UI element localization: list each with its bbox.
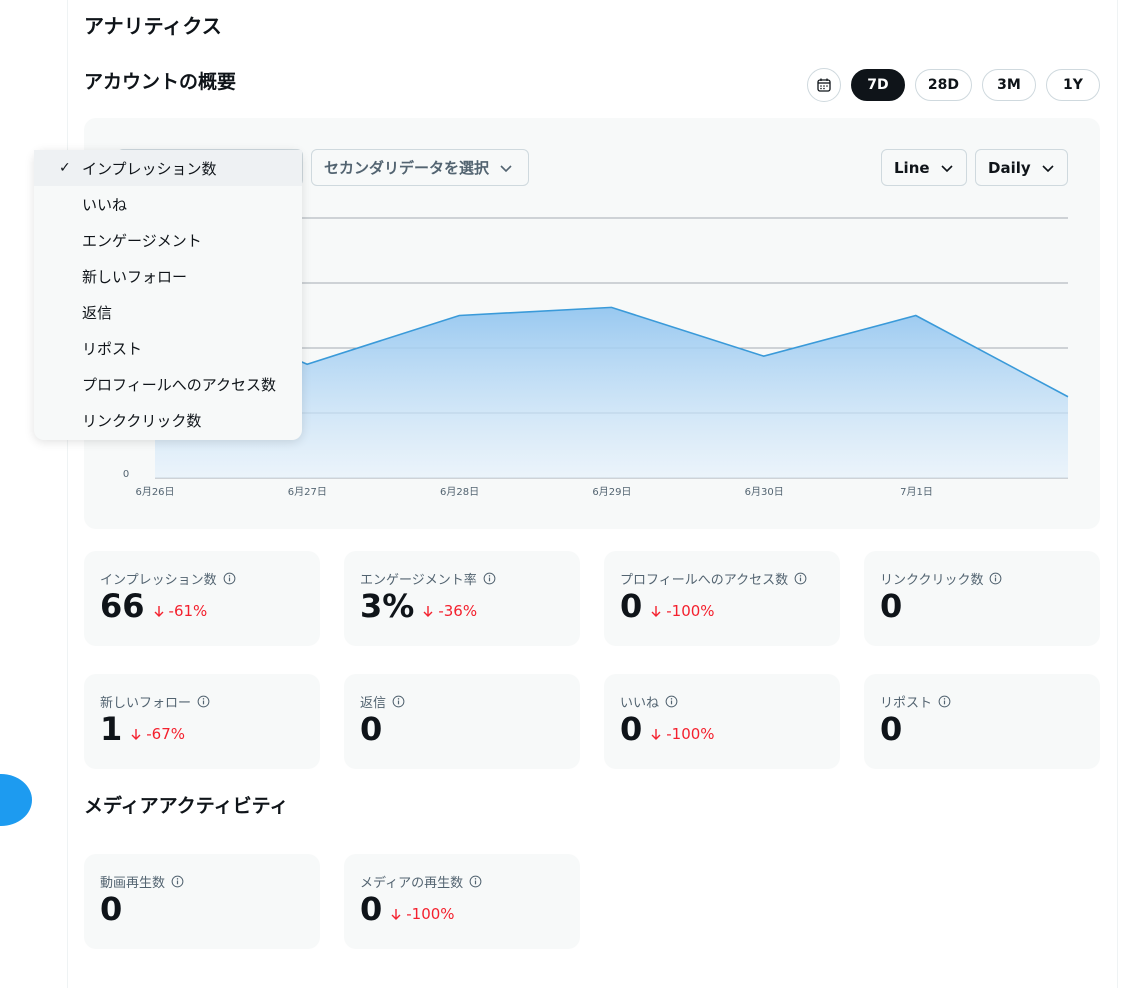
compose-fab-button[interactable]: [0, 774, 32, 826]
metric-option-impressions[interactable]: ✓ インプレッション数: [34, 150, 302, 186]
stat-change-value: -67%: [146, 725, 186, 743]
metric-option-link-clicks[interactable]: リンククリック数: [34, 402, 302, 438]
stat-card-replies: 返信 0: [344, 674, 580, 769]
stat-change: -36%: [422, 602, 477, 620]
stat-card-reposts: リポスト 0: [864, 674, 1100, 769]
metric-option-label: 新しいフォロー: [82, 267, 188, 286]
x-tick-label: 6月27日: [288, 486, 327, 498]
metric-option-label: リンククリック数: [82, 411, 202, 430]
stat-value: 0: [880, 710, 903, 748]
stat-label: 動画再生数: [100, 876, 166, 891]
metric-option-new-follows[interactable]: 新しいフォロー: [34, 258, 302, 294]
calendar-button[interactable]: [806, 68, 841, 102]
stat-card-link-clicks: リンククリック数 0: [864, 551, 1100, 646]
stat-card-new-follows: 新しいフォロー 1 -67%: [84, 674, 320, 769]
range-28d-button[interactable]: 28D: [914, 69, 972, 101]
arrow-down-icon: [651, 606, 661, 617]
range-1y-button[interactable]: 1Y: [1046, 69, 1100, 101]
page-title: アナリティクス: [84, 14, 222, 38]
stat-change: -67%: [130, 725, 185, 743]
stat-change: -100%: [650, 725, 715, 743]
stat-value: 0: [620, 587, 643, 625]
overview-title: アカウントの概要: [84, 71, 237, 93]
x-tick-label: 6月29日: [592, 486, 631, 498]
stat-change: -100%: [390, 905, 455, 923]
info-icon[interactable]: [665, 695, 678, 708]
stat-change: -100%: [650, 602, 715, 620]
y-tick-label: 0: [123, 469, 129, 480]
metric-option-label: リポスト: [82, 339, 143, 358]
info-icon[interactable]: [223, 572, 236, 585]
stat-value: 1: [100, 710, 123, 748]
metric-option-profile-visits[interactable]: プロフィールへのアクセス数: [34, 366, 302, 402]
stat-label: メディアの再生数: [360, 876, 464, 891]
info-icon[interactable]: [938, 695, 951, 708]
metric-option-label: インプレッション数: [82, 159, 217, 178]
arrow-down-icon: [131, 729, 141, 740]
x-tick-label: 6月28日: [440, 486, 479, 498]
metric-option-engagements[interactable]: エンゲージメント: [34, 222, 302, 258]
stat-change-value: -61%: [168, 602, 208, 620]
stat-card-video-views: 動画再生数 0: [84, 854, 320, 949]
stat-value: 0: [100, 890, 123, 928]
metric-option-label: 返信: [82, 303, 113, 322]
info-icon[interactable]: [197, 695, 210, 708]
stat-label: 新しいフォロー: [100, 696, 192, 711]
info-icon[interactable]: [989, 572, 1002, 585]
arrow-down-icon: [391, 909, 401, 920]
metric-option-replies[interactable]: 返信: [34, 294, 302, 330]
stat-card-engagement-rate: エンゲージメント率 3% -36%: [344, 551, 580, 646]
info-icon[interactable]: [469, 875, 482, 888]
arrow-down-icon: [423, 606, 433, 617]
range-3m-button[interactable]: 3M: [982, 69, 1036, 101]
stat-change-value: -100%: [406, 905, 455, 923]
stat-change-value: -100%: [666, 725, 715, 743]
stat-label: エンゲージメント率: [360, 573, 477, 588]
info-icon[interactable]: [171, 875, 184, 888]
stat-change: -61%: [153, 602, 208, 620]
stat-value: 0: [880, 587, 903, 625]
info-icon[interactable]: [794, 572, 807, 585]
stat-label: リポスト: [880, 696, 933, 711]
check-icon: ✓: [59, 160, 71, 176]
metric-option-label: プロフィールへのアクセス数: [82, 375, 276, 394]
stat-change-value: -100%: [666, 602, 715, 620]
stat-value: 3%: [360, 587, 415, 625]
x-tick-label: 7月1日: [900, 486, 933, 498]
metric-dropdown: ✓ インプレッション数 いいね エンゲージメント 新しいフォロー 返信 リポスト…: [34, 150, 302, 440]
stat-card-media-views: メディアの再生数 0 -100%: [344, 854, 580, 949]
stat-value: 0: [360, 710, 383, 748]
calendar-icon: [817, 78, 831, 92]
stat-label: いいね: [620, 696, 660, 711]
arrow-down-icon: [154, 606, 164, 617]
info-icon[interactable]: [392, 695, 405, 708]
date-range-group: 7D 28D 3M 1Y: [806, 68, 1100, 102]
arrow-down-icon: [651, 729, 661, 740]
metric-option-likes[interactable]: いいね: [34, 186, 302, 222]
stat-card-profile-visits: プロフィールへのアクセス数 0 -100%: [604, 551, 840, 646]
media-activity-title: メディアアクティビティ: [84, 795, 289, 817]
stat-change-value: -36%: [438, 602, 478, 620]
stat-label: リンククリック数: [880, 573, 984, 588]
stat-label: 返信: [360, 696, 387, 711]
stat-card-likes: いいね 0 -100%: [604, 674, 840, 769]
x-tick-label: 6月30日: [745, 486, 784, 498]
info-icon[interactable]: [483, 572, 496, 585]
stat-label: インプレッション数: [100, 573, 217, 588]
stat-value: 66: [100, 587, 145, 625]
stat-value: 0: [620, 710, 643, 748]
metric-option-label: いいね: [82, 195, 128, 214]
stat-card-impressions: インプレッション数 66 -61%: [84, 551, 320, 646]
range-7d-button[interactable]: 7D: [850, 69, 905, 101]
x-tick-label: 6月26日: [135, 486, 174, 498]
stat-value: 0: [360, 890, 383, 928]
stat-label: プロフィールへのアクセス数: [620, 573, 789, 588]
metric-option-reposts[interactable]: リポスト: [34, 330, 302, 366]
metric-option-label: エンゲージメント: [82, 231, 202, 250]
